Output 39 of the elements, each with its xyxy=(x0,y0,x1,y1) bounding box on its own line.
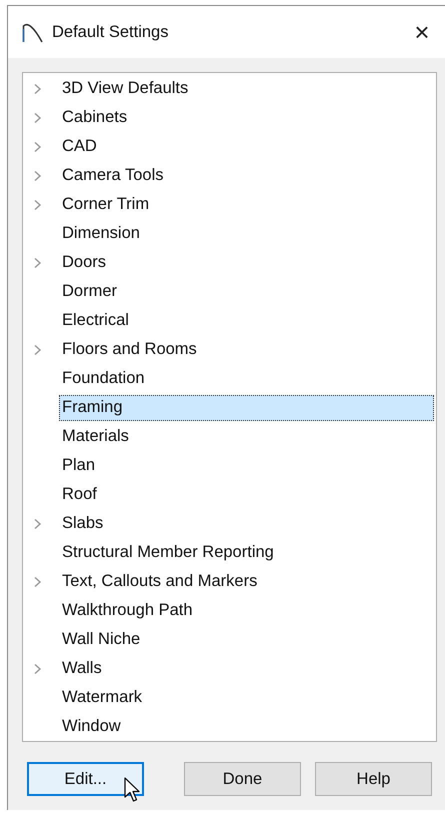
tree-item[interactable]: Floors and Rooms xyxy=(59,336,200,362)
tree-item[interactable]: Slabs xyxy=(59,510,106,536)
tree-item[interactable]: Wall Niche xyxy=(59,626,144,652)
chevron-icon[interactable] xyxy=(33,662,42,674)
chevron-icon[interactable] xyxy=(33,576,42,588)
tree-item[interactable]: Window xyxy=(59,714,124,740)
window-title: Default Settings xyxy=(52,22,170,42)
tree-item[interactable]: Dormer xyxy=(59,278,120,304)
arch-icon xyxy=(22,21,44,43)
tree-item[interactable]: Doors xyxy=(59,250,110,276)
tree-item[interactable]: Cabinets xyxy=(59,104,130,130)
tree-item[interactable]: Dimension xyxy=(59,220,143,246)
tree-item[interactable]: Walls xyxy=(59,656,105,682)
close-button[interactable]: × xyxy=(399,17,445,47)
tree-item[interactable]: Watermark xyxy=(59,684,146,710)
done-button[interactable]: Done xyxy=(184,762,301,796)
chevron-icon[interactable] xyxy=(33,140,42,152)
tree-item[interactable]: Text, Callouts and Markers xyxy=(59,568,260,594)
chevron-icon[interactable] xyxy=(33,198,42,210)
edit-button[interactable]: Edit... xyxy=(27,762,144,796)
tree-item[interactable]: 3D View Defaults xyxy=(59,76,192,102)
chevron-icon[interactable] xyxy=(33,170,42,182)
chevron-icon[interactable] xyxy=(33,518,42,530)
help-button[interactable]: Help xyxy=(315,762,432,796)
tree-item[interactable]: Roof xyxy=(59,482,100,508)
tree-item[interactable]: Electrical xyxy=(59,308,132,334)
tree-item[interactable]: Framing xyxy=(59,394,434,420)
chevron-icon[interactable] xyxy=(33,256,42,268)
chevron-icon[interactable] xyxy=(33,112,42,124)
tree-item[interactable]: Corner Trim xyxy=(59,192,152,218)
chevron-icon[interactable] xyxy=(33,82,42,94)
tree-item[interactable]: CAD xyxy=(59,134,100,160)
tree-item[interactable]: Camera Tools xyxy=(59,162,166,188)
tree-item[interactable]: Plan xyxy=(59,452,98,478)
tree-item[interactable]: Structural Member Reporting xyxy=(59,540,277,566)
tree-item[interactable]: Materials xyxy=(59,424,132,450)
tree-item[interactable]: Walkthrough Path xyxy=(59,598,196,624)
chevron-icon[interactable] xyxy=(33,344,42,356)
tree-item[interactable]: Foundation xyxy=(59,366,148,392)
